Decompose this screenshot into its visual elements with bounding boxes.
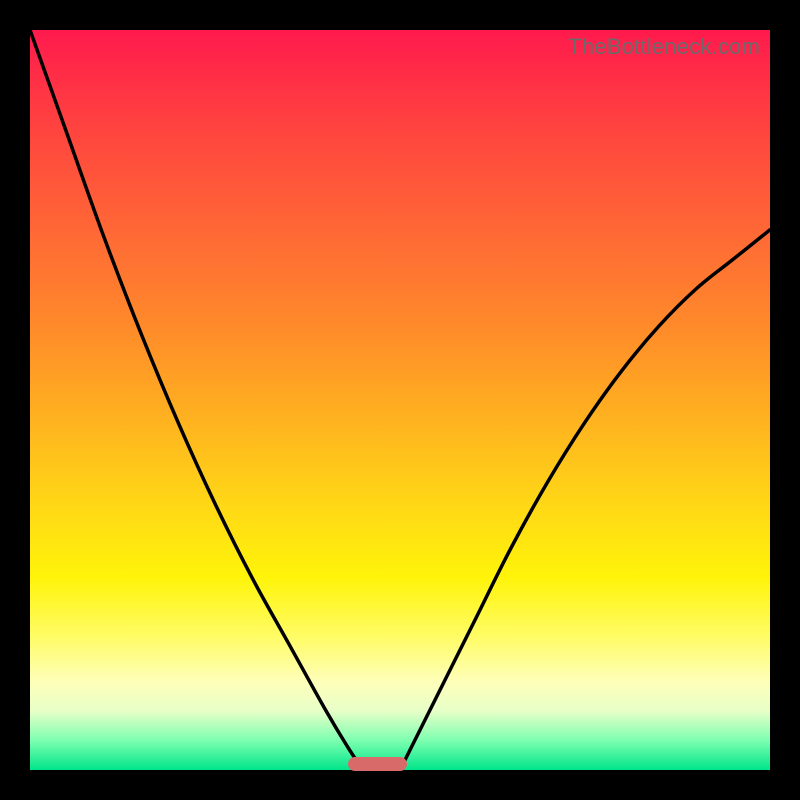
right-curve-path: [400, 230, 770, 770]
curves-svg: [30, 30, 770, 770]
chart-frame: TheBottleneck.com: [0, 0, 800, 800]
bottleneck-marker: [348, 757, 407, 771]
plot-area: TheBottleneck.com: [30, 30, 770, 770]
left-curve-path: [30, 30, 363, 770]
